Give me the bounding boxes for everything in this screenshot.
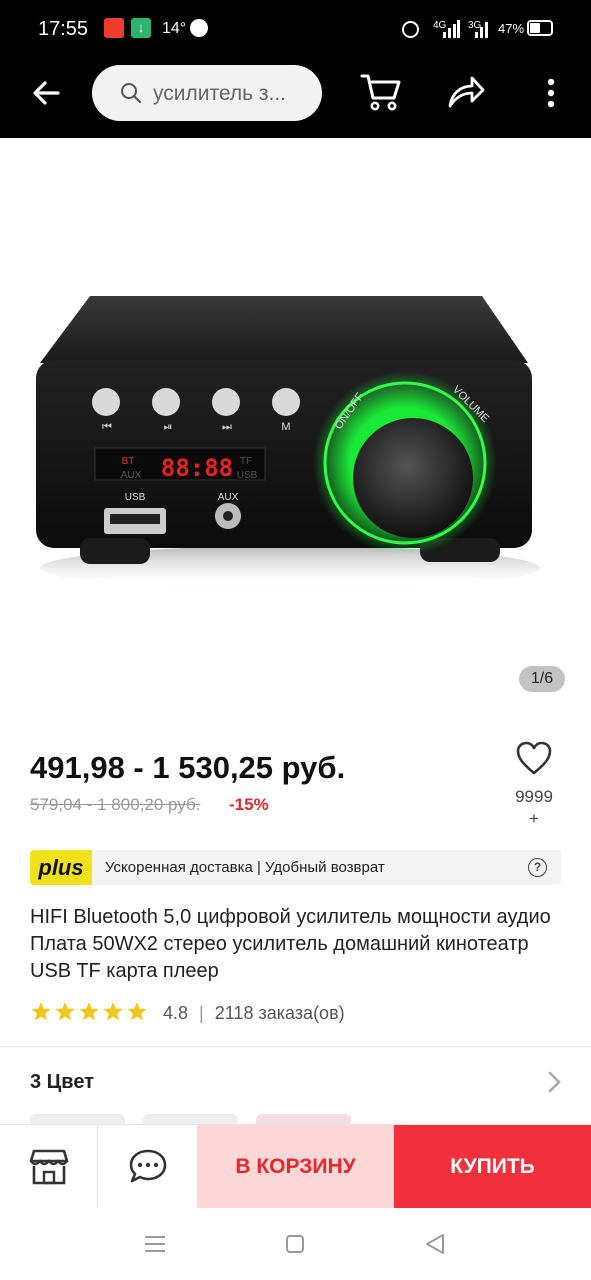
- chat-button[interactable]: [98, 1125, 197, 1209]
- device-usb-label: USB: [125, 492, 146, 503]
- back-arrow-icon[interactable]: [30, 77, 62, 109]
- alarm-icon: [402, 21, 419, 38]
- signal-icon: [443, 20, 460, 38]
- share-icon[interactable]: [446, 74, 486, 110]
- star-icon: [127, 1002, 147, 1021]
- more-options-icon[interactable]: [544, 78, 558, 108]
- plus-text: Ускоренная доставка | Удобный возврат: [105, 859, 385, 876]
- variant-thumb[interactable]: [143, 1114, 238, 1124]
- chat-icon: [129, 1149, 167, 1183]
- aliexpress-notification-icon: [104, 18, 124, 38]
- search-input[interactable]: усилитель з...: [92, 65, 322, 121]
- svg-text:⏯: ⏯: [164, 420, 173, 433]
- variants-label[interactable]: 3 Цвет: [30, 1071, 94, 1094]
- cart-icon[interactable]: [360, 72, 402, 112]
- store-button[interactable]: [0, 1125, 98, 1209]
- device-aux-label: AUX: [218, 492, 239, 503]
- device-usb-led-label: USB: [237, 470, 258, 481]
- rating-stars: [30, 1001, 150, 1028]
- old-price: 579,04 - 1 800,20 руб.: [30, 795, 201, 814]
- search-icon: [121, 83, 142, 104]
- star-icon: [31, 1002, 51, 1021]
- svg-text:⏮: ⏮: [102, 420, 112, 433]
- chevron-right-icon[interactable]: [546, 1071, 564, 1093]
- product-image[interactable]: ⏮ ⏯ ⏭ BT AUX 88:88 TF USB USB AUX M ON/O…: [0, 138, 591, 708]
- download-notification-icon: ↓: [131, 18, 151, 38]
- variant-thumb[interactable]: [256, 1114, 351, 1124]
- rating-summary[interactable]: 4.8 | 2118 заказа(ов): [163, 1003, 345, 1024]
- status-bar: 17:55 ↓ 14° 4G 3G 47%: [0, 0, 591, 60]
- store-icon: [29, 1149, 69, 1185]
- star-icon: [103, 1002, 123, 1021]
- home-icon[interactable]: [285, 1234, 305, 1254]
- status-time: 17:55: [38, 18, 89, 40]
- battery-icon: [527, 20, 553, 36]
- rating-value: 4.8: [163, 1003, 189, 1023]
- shield-icon: [190, 19, 208, 37]
- heart-icon: [516, 741, 552, 775]
- star-icons: [31, 1002, 147, 1021]
- system-nav-bar: [0, 1208, 591, 1280]
- wishlist-button[interactable]: [506, 740, 562, 781]
- search-placeholder: усилитель з...: [153, 82, 287, 105]
- buy-now-button[interactable]: КУПИТЬ: [394, 1125, 591, 1209]
- wishlist-count: 9999 +: [515, 787, 553, 828]
- svg-text:⏭: ⏭: [222, 420, 232, 433]
- section-divider: [0, 1046, 591, 1047]
- device-display: 88:88: [161, 454, 233, 482]
- gallery-counter: 1/6: [519, 666, 565, 692]
- help-icon[interactable]: ?: [528, 858, 547, 877]
- device-aux-led-label: AUX: [121, 470, 142, 481]
- star-icon: [55, 1002, 75, 1021]
- bottom-action-bar: В КОРЗИНУ КУПИТЬ: [0, 1124, 591, 1209]
- plus-banner[interactable]: plus Ускоренная доставка | Удобный возвр…: [30, 850, 561, 885]
- product-title: HIFI Bluetooth 5,0 цифровой усилитель мо…: [30, 906, 551, 982]
- device-tf-label: TF: [240, 456, 252, 467]
- plus-badge: plus: [30, 850, 92, 885]
- back-triangle-icon[interactable]: [424, 1233, 446, 1255]
- orders-count: 2118 заказа(ов): [214, 1003, 345, 1023]
- variant-thumb[interactable]: [30, 1114, 125, 1124]
- amplifier-illustration: ⏮ ⏯ ⏭ BT AUX 88:88 TF USB USB AUX M ON/O…: [36, 296, 540, 590]
- menu-icon[interactable]: [144, 1234, 166, 1254]
- status-temperature: 14°: [162, 20, 187, 37]
- discount-badge: -15%: [229, 795, 269, 814]
- device-m-label: M: [281, 421, 290, 433]
- device-bt-label: BT: [122, 456, 135, 467]
- add-to-cart-button[interactable]: В КОРЗИНУ: [197, 1125, 394, 1209]
- signal-icon-2: [475, 22, 488, 38]
- rating-separator: |: [199, 1003, 204, 1023]
- current-price: 491,98 - 1 530,25 руб.: [30, 750, 346, 785]
- star-icon: [79, 1002, 99, 1021]
- battery-percent: 47%: [498, 21, 525, 36]
